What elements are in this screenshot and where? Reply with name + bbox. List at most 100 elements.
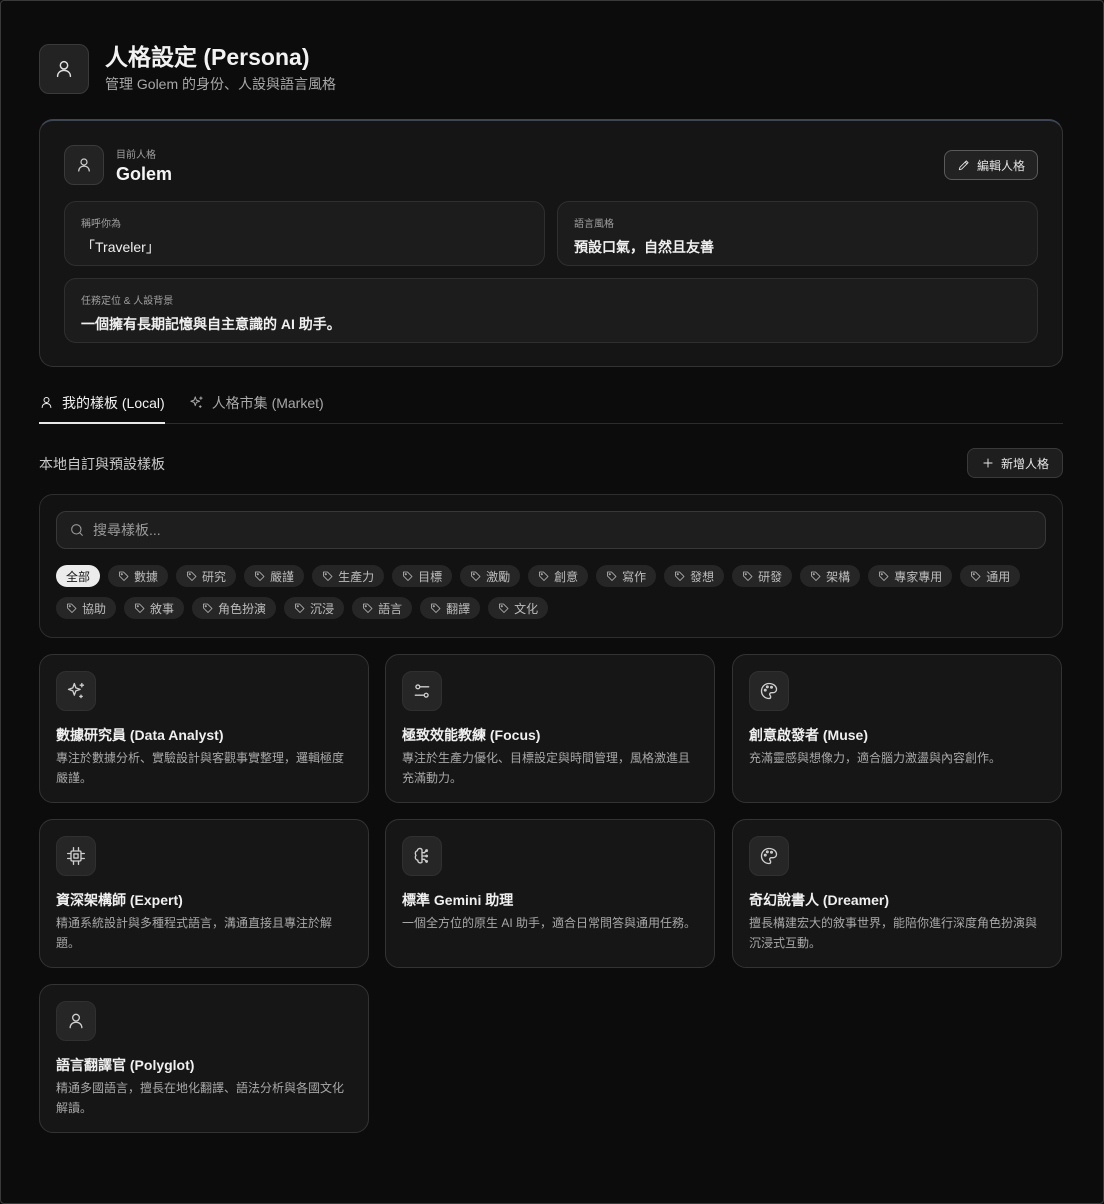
tag-filter[interactable]: 發想 (664, 565, 725, 587)
pencil-icon (958, 160, 969, 171)
mission-field: 任務定位 & 人設背景 一個擁有長期記憶與自主意識的 AI 助手。 (64, 278, 1038, 343)
persona-card[interactable]: 奇幻說書人 (Dreamer) 擅長構建宏大的敘事世界，能陪你進行深度角色扮演與沉… (732, 819, 1062, 968)
page-subtitle: 管理 Golem 的身份、人設與語言風格 (105, 76, 337, 92)
call-name-value: 「Traveler」 (81, 239, 160, 255)
tag-label: 沉浸 (310, 601, 335, 616)
tag-label: 通用 (986, 569, 1011, 584)
persona-icon-box (56, 1001, 96, 1041)
tag-filter[interactable]: 創意 (528, 565, 589, 587)
tag-filter[interactable]: 文化 (488, 597, 549, 619)
tab-market[interactable]: 人格市集 (Market) (189, 388, 324, 424)
tag-icon (323, 571, 333, 581)
tag-icon (607, 571, 617, 581)
tag-filter[interactable]: 研究 (176, 565, 237, 587)
mission-label: 任務定位 & 人設背景 (81, 296, 174, 307)
search-icon (71, 524, 83, 536)
tag-label: 研發 (758, 569, 783, 584)
mission-value: 一個擁有長期記憶與自主意識的 AI 助手。 (81, 316, 341, 332)
persona-card[interactable]: 創意啟發者 (Muse) 充滿靈感與想像力，適合腦力激盪與內容創作。 (732, 654, 1062, 803)
tag-filter[interactable]: 研發 (732, 565, 793, 587)
persona-name: 奇幻說書人 (Dreamer) (749, 892, 890, 908)
tag-filter-all[interactable]: 全部 (56, 565, 101, 587)
tag-label: 生產力 (338, 569, 375, 584)
user-icon (64, 145, 104, 185)
tag-filter[interactable]: 協助 (56, 597, 117, 619)
cpu-icon (67, 847, 86, 865)
user-icon (39, 43, 89, 94)
tag-filter[interactable]: 沉浸 (284, 597, 345, 619)
tag-filter[interactable]: 架構 (800, 565, 861, 587)
persona-name: 標準 Gemini 助理 (402, 892, 514, 908)
search-bar (56, 511, 1046, 549)
tag-filter[interactable]: 生產力 (312, 565, 385, 587)
tag-icon (675, 571, 685, 581)
call-name-field: 稱呼你為 「Traveler」 (64, 201, 545, 266)
tag-icon (471, 571, 481, 581)
tag-filter[interactable]: 寫作 (596, 565, 657, 587)
tag-icon (403, 571, 413, 581)
tag-filter[interactable]: 語言 (352, 597, 413, 619)
persona-name: 語言翻譯官 (Polyglot) (56, 1057, 195, 1073)
add-persona-button[interactable]: 新增人格 (966, 448, 1063, 478)
page-header: 人格設定 (Persona) 管理 Golem 的身份、人設與語言風格 (39, 43, 336, 94)
sparkles-icon (67, 682, 85, 699)
language-style-field: 語言風格 預設口氣，自然且友善 (557, 201, 1038, 266)
tab-local-label: 我的樣板 (Local) (62, 395, 165, 411)
tag-label: 目標 (418, 569, 443, 584)
palette-icon (760, 682, 778, 700)
sliders-icon (414, 684, 430, 698)
tag-label: 寫作 (622, 569, 647, 584)
persona-card[interactable]: 資深架構師 (Expert) 精通系統設計與多種程式語言，溝通直接且專注於解題。 (39, 819, 369, 968)
persona-name: 數據研究員 (Data Analyst) (56, 727, 224, 743)
tag-filter[interactable]: 專家專用 (868, 565, 953, 587)
user-icon (69, 1013, 83, 1029)
tag-filter[interactable]: 通用 (960, 565, 1021, 587)
current-persona-label: 目前人格 (116, 149, 156, 161)
tag-label: 敘事 (150, 601, 175, 616)
tab-local[interactable]: 我的樣板 (Local) (39, 388, 165, 424)
persona-icon-box (749, 836, 789, 876)
tag-icon (295, 603, 305, 613)
persona-card[interactable]: 極致效能教練 (Focus) 專注於生產力優化、目標設定與時間管理，風格激進且充滿… (385, 654, 715, 803)
persona-name: 資深架構師 (Expert) (56, 892, 183, 908)
tag-filter[interactable]: 激勵 (460, 565, 521, 587)
persona-card[interactable]: 標準 Gemini 助理 一個全方位的原生 AI 助手，適合日常問答與通用任務。 (385, 819, 715, 968)
persona-card[interactable]: 語言翻譯官 (Polyglot) 精通多國語言，擅長在地化翻譯、語法分析與各國文化… (39, 984, 369, 1133)
tag-filter[interactable]: 敘事 (124, 597, 185, 619)
tag-icon (811, 571, 821, 581)
tag-icon (499, 603, 509, 613)
call-name-label: 稱呼你為 (81, 219, 121, 230)
tag-label: 架構 (826, 569, 851, 584)
filter-panel: 全部 數據 研究 嚴謹 生產力 目標 激勵 創意 寫作 發想 研發 架構 專家專用 通用協助 敘事 角色扮演 沉… (39, 494, 1063, 638)
search-input[interactable] (93, 522, 1045, 538)
page-title: 人格設定 (Persona) (105, 44, 310, 70)
persona-icon-box (402, 671, 442, 711)
tag-filter[interactable]: 目標 (392, 565, 453, 587)
tag-filter[interactable]: 角色扮演 (192, 597, 277, 619)
current-persona-card: 目前人格 Golem 編輯人格 稱呼你為 「Traveler」 語言風格 預設口… (39, 119, 1063, 367)
persona-description: 精通系統設計與多種程式語言，溝通直接且專注於解題。 (56, 916, 333, 950)
tag-filter[interactable]: 數據 (108, 565, 169, 587)
tag-label: 專家專用 (894, 569, 943, 584)
add-persona-label: 新增人格 (1000, 456, 1049, 471)
persona-card[interactable]: 數據研究員 (Data Analyst) 專注於數據分析、實驗設計與客觀事實整理，… (39, 654, 369, 803)
language-style-label: 語言風格 (574, 219, 614, 230)
tag-filter[interactable]: 嚴謹 (244, 565, 305, 587)
sparkles-icon (190, 396, 203, 408)
persona-description: 充滿靈感與想像力，適合腦力激盪與內容創作。 (749, 751, 1002, 765)
persona-description: 擅長構建宏大的敘事世界，能陪你進行深度角色扮演與沉浸式互動。 (749, 916, 1038, 950)
tag-icon (539, 571, 549, 581)
tag-icon (187, 571, 197, 581)
tag-icon (67, 603, 77, 613)
tag-label: 激勵 (486, 569, 511, 584)
persona-description: 專注於生產力優化、目標設定與時間管理，風格激進且充滿動力。 (402, 751, 691, 785)
tag-icon (743, 571, 753, 581)
tag-filter[interactable]: 翻譯 (420, 597, 481, 619)
edit-persona-button[interactable]: 編輯人格 (943, 150, 1038, 180)
persona-icon-box (402, 836, 442, 876)
tag-label: 角色扮演 (218, 601, 267, 616)
persona-icon-box (56, 836, 96, 876)
tag-icon (363, 603, 373, 613)
edit-persona-label: 編輯人格 (976, 158, 1025, 173)
tag-label: 嚴謹 (270, 569, 295, 584)
